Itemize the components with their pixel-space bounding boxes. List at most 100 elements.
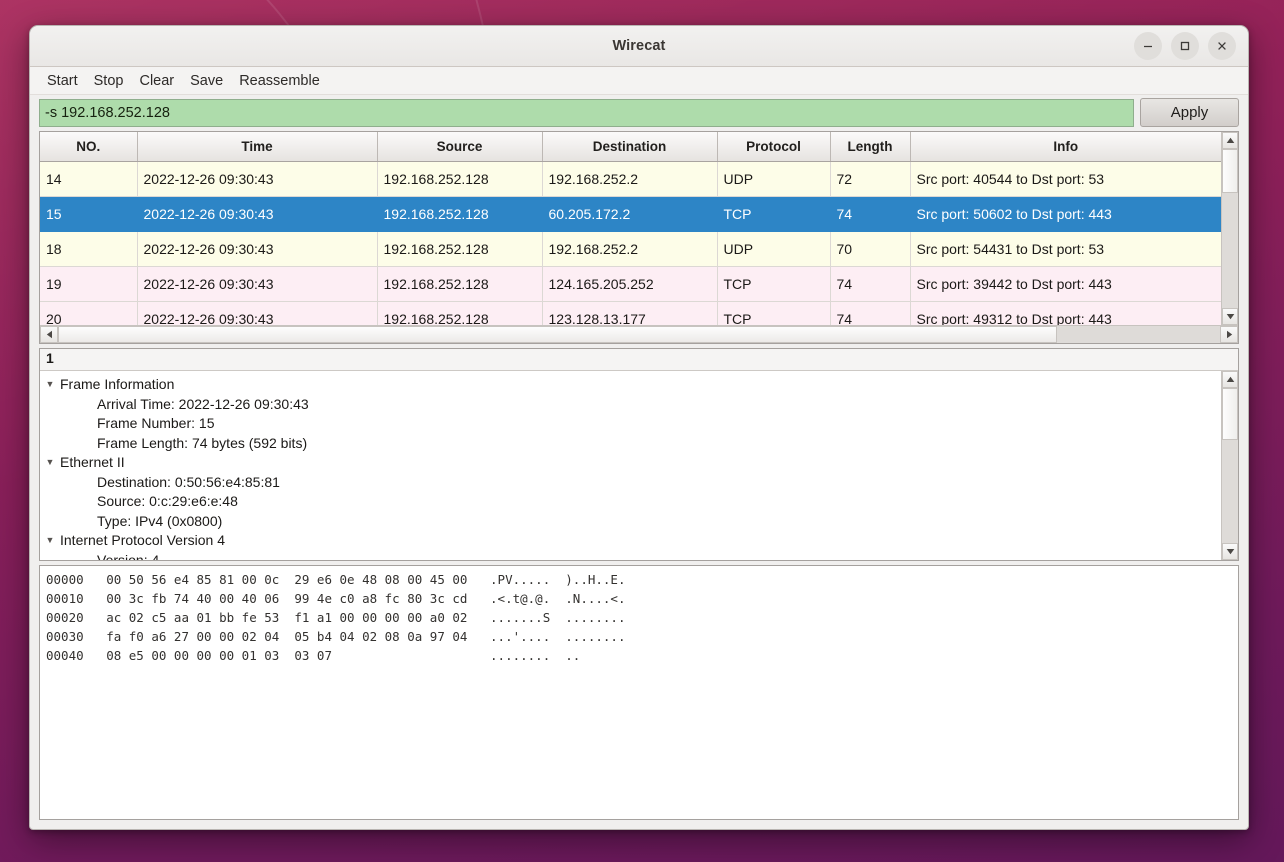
tree-node-label: Ethernet II (60, 454, 125, 470)
menu-bar: Start Stop Clear Save Reassemble (30, 67, 1248, 95)
cell-no: 19 (40, 266, 138, 302)
packet-detail-header: 1 (40, 349, 1238, 371)
menu-item-clear[interactable]: Clear (131, 71, 182, 91)
minimize-button[interactable] (1134, 32, 1162, 60)
hex-dump-line: 00020 ac 02 c5 aa 01 bb fe 53 f1 a1 00 0… (46, 610, 626, 625)
scroll-track[interactable] (58, 326, 1220, 343)
scroll-thumb[interactable] (1222, 149, 1238, 193)
cell-no: 15 (40, 196, 138, 232)
scroll-thumb[interactable] (1222, 388, 1238, 440)
window-controls (1134, 26, 1236, 66)
tree-node-child[interactable]: Source: 0:c:29:e6:e:48 (40, 492, 1221, 512)
cell-source: 192.168.252.128 (377, 196, 543, 232)
protocol-tree: ▼ Frame Information Arrival Time: 2022-12-… (40, 371, 1221, 560)
maximize-icon (1180, 41, 1190, 51)
chevron-down-icon[interactable]: ▼ (40, 453, 60, 473)
cell-time: 2022-12-26 09:30:43 (137, 196, 378, 232)
tree-node-label: Frame Length: 74 bytes (592 bits) (97, 434, 308, 451)
packet-list-horizontal-scrollbar[interactable] (40, 325, 1238, 343)
tree-node-label: Type: IPv4 (0x0800) (97, 512, 223, 529)
table-row[interactable]: 14 2022-12-26 09:30:43 192.168.252.128 192.… (40, 161, 1221, 197)
column-header-source[interactable]: Source (377, 132, 543, 162)
triangle-down-icon (1226, 314, 1234, 320)
column-header-length[interactable]: Length (830, 132, 911, 162)
cell-destination: 60.205.172.2 (542, 196, 718, 232)
scroll-up-button[interactable] (1222, 132, 1238, 149)
tree-node-label: Version: 4 (97, 551, 160, 561)
cell-no: 18 (40, 231, 138, 267)
scroll-track[interactable] (1222, 388, 1238, 543)
scroll-up-button[interactable] (1222, 371, 1238, 388)
scroll-left-button[interactable] (40, 326, 58, 343)
packet-detail-panel: 1 ▼ Frame Information Arrival Time: 2022-1… (39, 348, 1239, 561)
packet-list-vertical-scrollbar[interactable] (1221, 132, 1238, 325)
table-row[interactable]: 18 2022-12-26 09:30:43 192.168.252.128 192.… (40, 231, 1221, 267)
cell-time: 2022-12-26 09:30:43 (137, 266, 378, 302)
cell-protocol: TCP (717, 266, 831, 302)
triangle-right-icon (1226, 330, 1232, 339)
menu-item-reassemble[interactable]: Reassemble (231, 71, 328, 91)
menu-item-save[interactable]: Save (182, 71, 231, 91)
cell-protocol: UDP (717, 231, 831, 267)
apply-button[interactable]: Apply (1140, 98, 1239, 127)
filter-input[interactable] (39, 98, 1134, 127)
table-row[interactable]: 15 2022-12-26 09:30:43 192.168.252.128 60.2… (40, 196, 1221, 232)
tree-node-label: Internet Protocol Version 4 (60, 532, 225, 548)
tree-node-label: Source: 0:c:29:e6:e:48 (97, 493, 238, 509)
cell-destination: 124.165.205.252 (542, 266, 718, 302)
maximize-button[interactable] (1171, 32, 1199, 60)
cell-no: 14 (40, 161, 138, 197)
close-icon (1218, 42, 1226, 50)
tree-node-child[interactable]: Arrival Time: 2022-12-26 09:30:43 (40, 395, 1221, 415)
menu-item-stop[interactable]: Stop (86, 71, 132, 91)
scroll-right-button[interactable] (1220, 326, 1238, 343)
hex-dump-line: 00010 00 3c fb 74 40 00 40 06 99 4e c0 a… (46, 591, 626, 606)
column-header-destination[interactable]: Destination (542, 132, 718, 162)
chevron-down-icon[interactable]: ▼ (40, 375, 60, 395)
tree-node-child[interactable]: Frame Length: 74 bytes (592 bits) (40, 434, 1221, 454)
desktop-background: Wirecat Start Stop Clear Save Reassemble… (0, 0, 1284, 862)
scroll-down-button[interactable] (1222, 308, 1238, 325)
tree-node-label: Arrival Time: 2022-12-26 09:30:43 (97, 395, 309, 412)
detail-vertical-scrollbar[interactable] (1221, 371, 1238, 560)
tree-node-label: Destination: 0:50:56:e4:85:81 (97, 473, 280, 490)
tree-node-label: Frame Number: 15 (97, 415, 215, 431)
triangle-up-icon (1226, 137, 1234, 143)
tree-node-child[interactable]: Frame Number: 15 (40, 414, 1221, 434)
packet-table: NO. Time Source Destination Protocol Len… (40, 132, 1221, 343)
column-header-info[interactable]: Info (910, 132, 1221, 162)
hex-dump-body: 00000 00 50 56 e4 85 81 00 0c 29 e6 0e 4… (46, 570, 1238, 665)
window-title: Wirecat (612, 38, 666, 54)
minimize-icon (1144, 45, 1152, 48)
close-button[interactable] (1208, 32, 1236, 60)
cell-protocol: UDP (717, 161, 831, 197)
scroll-track[interactable] (1222, 149, 1238, 308)
scroll-down-button[interactable] (1222, 543, 1238, 560)
cell-source: 192.168.252.128 (377, 231, 543, 267)
title-bar[interactable]: Wirecat (30, 26, 1248, 67)
cell-source: 192.168.252.128 (377, 161, 543, 197)
column-header-no[interactable]: NO. (40, 132, 138, 162)
cell-length: 72 (830, 161, 911, 197)
tree-node-child[interactable]: Type: IPv4 (0x0800) (40, 512, 1221, 532)
triangle-up-icon (1226, 376, 1234, 382)
tree-node-label: Frame Information (60, 376, 175, 392)
scroll-thumb[interactable] (58, 326, 1058, 343)
tree-node-parent[interactable]: ▼ Ethernet II (40, 453, 1221, 473)
menu-item-start[interactable]: Start (39, 71, 86, 91)
tree-node-parent[interactable]: ▼ Frame Information (40, 375, 1221, 395)
hex-dump-panel: 00000 00 50 56 e4 85 81 00 0c 29 e6 0e 4… (39, 565, 1239, 820)
tree-node-child[interactable]: Version: 4 (40, 551, 1221, 561)
column-header-time[interactable]: Time (137, 132, 378, 162)
chevron-down-icon[interactable]: ▼ (40, 531, 60, 551)
cell-time: 2022-12-26 09:30:43 (137, 161, 378, 197)
column-header-protocol[interactable]: Protocol (717, 132, 831, 162)
cell-length: 74 (830, 196, 911, 232)
cell-info: Src port: 54431 to Dst port: 53 (910, 231, 1221, 267)
cell-time: 2022-12-26 09:30:43 (137, 231, 378, 267)
tree-node-child[interactable]: Destination: 0:50:56:e4:85:81 (40, 473, 1221, 493)
cell-source: 192.168.252.128 (377, 266, 543, 302)
cell-protocol: TCP (717, 196, 831, 232)
tree-node-parent[interactable]: ▼ Internet Protocol Version 4 (40, 531, 1221, 551)
table-row[interactable]: 19 2022-12-26 09:30:43 192.168.252.128 124.… (40, 266, 1221, 302)
